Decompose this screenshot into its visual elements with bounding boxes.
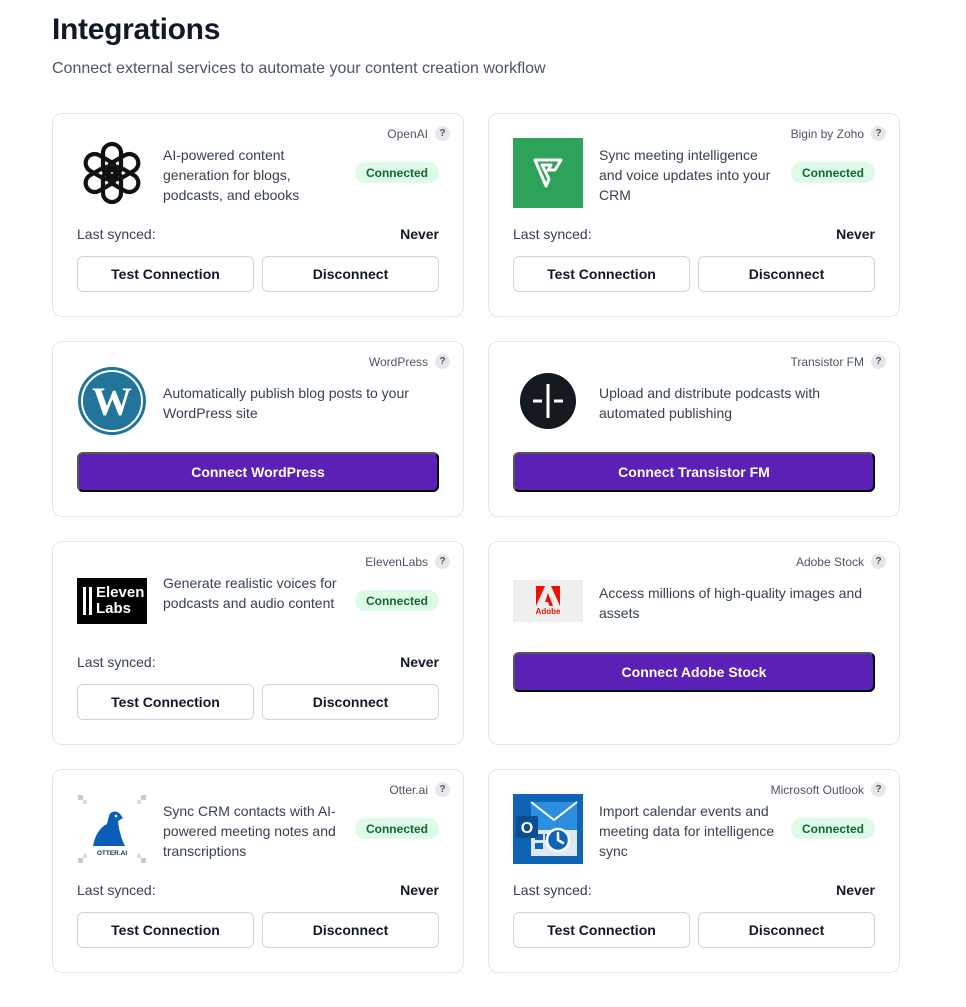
test-connection-button[interactable]: Test Connection [513, 256, 690, 292]
status-badge: Connected [354, 590, 439, 611]
elevenlabs-logo-line2: Labs [96, 600, 132, 617]
elevenlabs-logo-line1: Eleven [96, 584, 145, 601]
disconnect-button[interactable]: Disconnect [262, 684, 439, 720]
integration-description: Automatically publish blog posts to your… [163, 385, 409, 421]
last-synced-value: Never [400, 654, 439, 670]
help-icon[interactable]: ? [871, 782, 886, 797]
help-icon[interactable]: ? [435, 554, 450, 569]
connect-transistor-button[interactable]: Connect Transistor FM [513, 452, 875, 492]
provider-name: Transistor FM [790, 354, 864, 369]
integration-description: AI-powered content generation for blogs,… [163, 147, 300, 203]
test-connection-button[interactable]: Test Connection [77, 256, 254, 292]
provider-header: Bigin by Zoho ? [791, 126, 886, 141]
integration-card-outlook: Microsoft Outlook ? O Import calendar ev… [488, 769, 900, 973]
status-badge: Connected [354, 818, 439, 839]
integration-card-bigin: Bigin by Zoho ? Sync meeting intelligenc… [488, 113, 900, 317]
provider-header: WordPress ? [369, 354, 450, 369]
provider-name: Microsoft Outlook [770, 782, 864, 797]
status-badge: Connected [790, 162, 875, 183]
last-synced-label: Last synced: [513, 226, 592, 242]
integration-card-adobe-stock: Adobe Stock ? Adobe Access millions of h… [488, 541, 900, 745]
otter-logo-icon: OTTER.AI [77, 794, 147, 864]
provider-name: WordPress [368, 354, 428, 369]
integration-card-otter: Otter.ai ? OTTER.AI Sync CRM contacts wi… [52, 769, 464, 973]
help-icon[interactable]: ? [435, 354, 450, 369]
outlook-logo-letter: O [521, 820, 533, 837]
integration-description: Sync CRM contacts with AI-powered meetin… [163, 803, 336, 859]
last-synced-value: Never [400, 882, 439, 898]
help-icon[interactable]: ? [871, 354, 886, 369]
provider-name: Bigin by Zoho [790, 126, 864, 141]
last-synced-value: Never [836, 882, 875, 898]
provider-header: Otter.ai ? [389, 782, 450, 797]
test-connection-button[interactable]: Test Connection [513, 912, 690, 948]
last-synced-label: Last synced: [77, 882, 156, 898]
last-synced-value: Never [400, 226, 439, 242]
provider-header: ElevenLabs ? [365, 554, 450, 569]
provider-name: Otter.ai [389, 782, 428, 797]
integration-description: Access millions of high-quality images a… [599, 585, 863, 621]
integration-description: Sync meeting intelligence and voice upda… [599, 147, 771, 203]
bigin-logo-icon [513, 138, 583, 208]
svg-text:W: W [92, 379, 132, 424]
disconnect-button[interactable]: Disconnect [262, 256, 439, 292]
otter-logo-text: OTTER.AI [97, 850, 128, 857]
provider-name: OpenAI [387, 126, 428, 141]
provider-name: ElevenLabs [365, 554, 428, 569]
last-synced-label: Last synced: [77, 654, 156, 670]
outlook-logo-icon: O [513, 794, 583, 864]
last-synced-value: Never [836, 226, 875, 242]
provider-header: OpenAI ? [387, 126, 450, 141]
integration-description: Import calendar events and meeting data … [599, 803, 775, 859]
disconnect-button[interactable]: Disconnect [698, 256, 875, 292]
transistor-logo-icon [513, 366, 583, 436]
provider-header: Adobe Stock ? [796, 554, 886, 569]
page-title: Integrations [52, 13, 221, 46]
help-icon[interactable]: ? [435, 126, 450, 141]
provider-header: Microsoft Outlook ? [771, 782, 886, 797]
disconnect-button[interactable]: Disconnect [262, 912, 439, 948]
provider-name: Adobe Stock [795, 554, 864, 569]
last-synced-label: Last synced: [77, 226, 156, 242]
test-connection-button[interactable]: Test Connection [77, 684, 254, 720]
status-badge: Connected [354, 162, 439, 183]
page-subtitle: Connect external services to automate yo… [52, 60, 546, 77]
help-icon[interactable]: ? [871, 126, 886, 141]
adobe-logo-icon: Adobe [513, 580, 583, 622]
adobe-logo-text: Adobe [535, 607, 561, 616]
integration-card-wordpress: WordPress ? W Automatically publish blog… [52, 341, 464, 517]
help-icon[interactable]: ? [435, 782, 450, 797]
integration-card-openai: OpenAI ? AI-powered content generation f… [52, 113, 464, 317]
integration-card-elevenlabs: ElevenLabs ? Eleven Labs Generate realis… [52, 541, 464, 745]
integration-description: Upload and distribute podcasts with auto… [599, 385, 821, 421]
connect-adobe-stock-button[interactable]: Connect Adobe Stock [513, 652, 875, 692]
integration-card-transistor: Transistor FM ? Upload and distribute po… [488, 341, 900, 517]
openai-logo-icon [77, 138, 147, 208]
test-connection-button[interactable]: Test Connection [77, 912, 254, 948]
connect-wordpress-button[interactable]: Connect WordPress [77, 452, 439, 492]
status-badge: Connected [790, 818, 875, 839]
elevenlabs-logo-icon: Eleven Labs [77, 578, 147, 624]
provider-header: Transistor FM ? [790, 354, 886, 369]
integration-description: Generate realistic voices for podcasts a… [163, 575, 337, 611]
wordpress-logo-icon: W [77, 366, 147, 436]
last-synced-label: Last synced: [513, 882, 592, 898]
disconnect-button[interactable]: Disconnect [698, 912, 875, 948]
help-icon[interactable]: ? [871, 554, 886, 569]
